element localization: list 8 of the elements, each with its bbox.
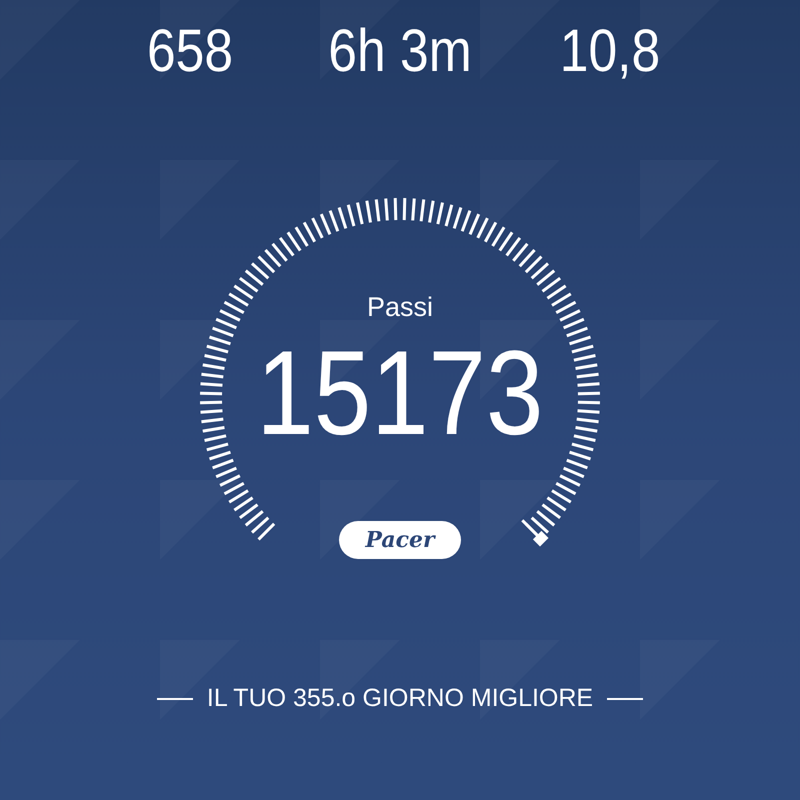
stat-value: 6h 3m xyxy=(327,20,473,82)
stat-value: 10,8 xyxy=(558,20,662,82)
progress-marker xyxy=(521,519,548,546)
best-day-caption: IL TUO 355.o GIORNO MIGLIORE xyxy=(206,684,594,713)
steps-count: 15173 xyxy=(256,333,544,453)
stat-value: 658 xyxy=(146,20,234,82)
steps-label: Passi xyxy=(366,292,434,323)
brand-logo: Pacer xyxy=(339,521,461,559)
